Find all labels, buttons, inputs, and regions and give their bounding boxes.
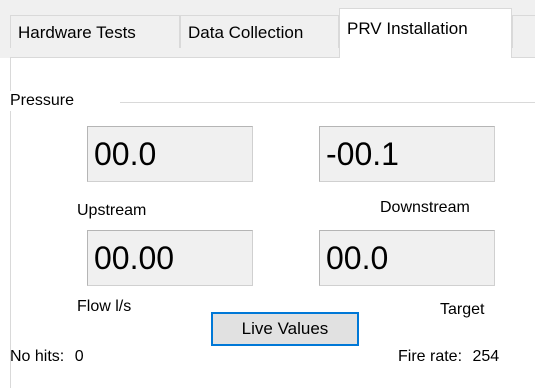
pressure-group-title: Pressure bbox=[10, 91, 79, 111]
upstream-readout: 00.0 bbox=[87, 126, 253, 182]
flow-readout: 00.00 bbox=[87, 230, 253, 286]
upstream-label: Upstream bbox=[77, 202, 147, 219]
live-values-button[interactable]: Live Values bbox=[211, 312, 359, 346]
fire-rate-label: Fire rate: bbox=[398, 348, 463, 365]
fire-rate-status: Fire rate: 254 bbox=[398, 347, 499, 367]
tab-data-collection[interactable]: Data Collection bbox=[180, 15, 339, 48]
no-hits-status: No hits: 0 bbox=[10, 347, 84, 367]
downstream-label: Downstream bbox=[380, 199, 470, 216]
flow-label: Flow l/s bbox=[77, 298, 132, 315]
target-label: Target bbox=[440, 301, 485, 318]
target-readout: 00.0 bbox=[319, 230, 495, 286]
pressure-group-border bbox=[120, 102, 535, 103]
no-hits-label: No hits: bbox=[10, 348, 65, 365]
tab-prv-installation[interactable]: PRV Installation bbox=[339, 8, 512, 58]
fire-rate-value: 254 bbox=[472, 348, 500, 365]
tab-hardware-tests[interactable]: Hardware Tests bbox=[10, 15, 180, 48]
tab-overflow[interactable] bbox=[512, 15, 535, 48]
downstream-readout: -00.1 bbox=[319, 126, 495, 182]
no-hits-value: 0 bbox=[74, 348, 84, 365]
